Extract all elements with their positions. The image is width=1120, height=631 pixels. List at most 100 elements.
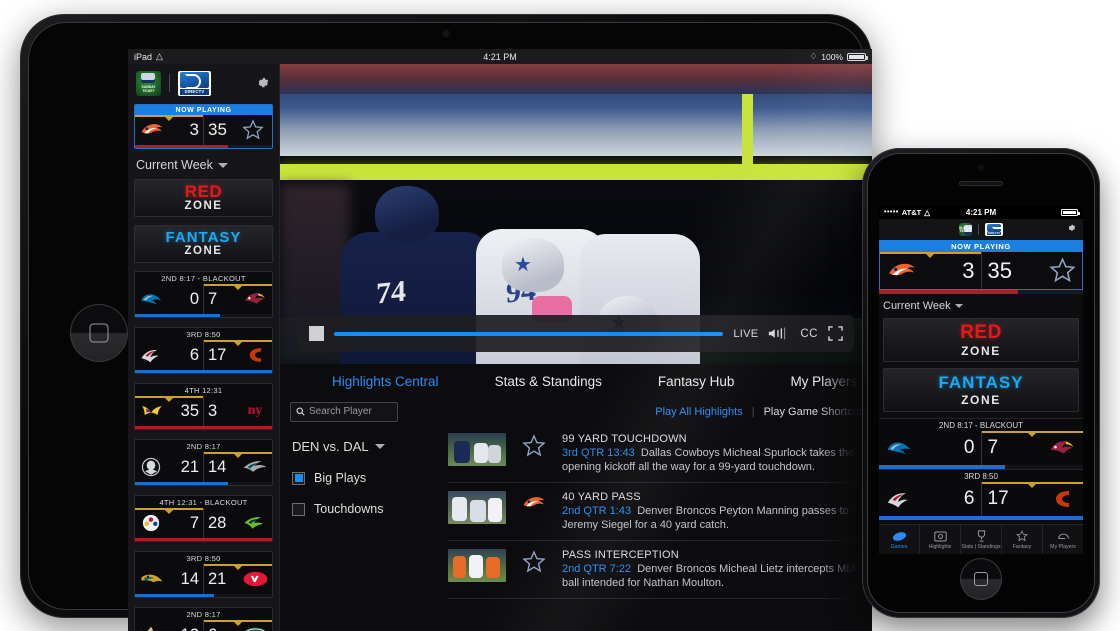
fantasy-zone-line2: ZONE bbox=[184, 245, 223, 258]
iphone-game-row[interactable]: 2ND 8:17 - BLACKOUT 0 7 bbox=[879, 418, 1083, 469]
volume-icon[interactable] bbox=[768, 327, 790, 340]
gear-icon[interactable] bbox=[253, 74, 271, 92]
tab-stats-standings[interactable]: Stats & Standings bbox=[467, 374, 630, 389]
iphone-tab-fantasy[interactable]: Fantasy bbox=[1002, 525, 1043, 554]
iphone-fantasy-zone-button[interactable]: FANTASY ZONE bbox=[883, 368, 1079, 412]
video-crowd bbox=[280, 64, 872, 94]
battery-icon bbox=[1061, 209, 1080, 216]
game-home-score: 6 bbox=[208, 626, 217, 631]
video-progress-track[interactable] bbox=[334, 331, 724, 336]
tab-my-players[interactable]: My Players bbox=[762, 374, 872, 389]
battery-percent: 100% bbox=[821, 51, 843, 62]
highlight-item[interactable]: 40 YARD PASS 2nd QTR 1:43 Denver Broncos… bbox=[448, 483, 858, 541]
player-74-helmet bbox=[375, 186, 439, 242]
cowboys-star-logo bbox=[522, 550, 546, 573]
sidebar-game-row[interactable]: 2ND 8:17 21 14 bbox=[134, 439, 273, 486]
search-player-field[interactable]: Search Player bbox=[290, 401, 398, 422]
game-home-score: 17 bbox=[987, 488, 1009, 509]
iphone-now-playing-card[interactable]: NOW PLAYING 3 35 bbox=[879, 240, 1083, 294]
game-away-score: 0 bbox=[189, 289, 199, 308]
game-status: 4TH 12:31 - BLACKOUT bbox=[159, 498, 248, 507]
sidebar-game-row[interactable]: 4TH 12:31 - BLACKOUT 7 28 bbox=[134, 495, 273, 542]
toolbar-links: Play All Highlights | Play Game Shortcut bbox=[655, 406, 862, 418]
highlight-thumbnail[interactable] bbox=[448, 549, 506, 582]
iphone-tab-stats-standings[interactable]: Stats | Standings bbox=[961, 525, 1002, 554]
iphone-home-button[interactable] bbox=[960, 558, 1002, 600]
red-zone-button[interactable]: RED ZONE bbox=[134, 179, 273, 217]
iphone-red-zone-button[interactable]: RED ZONE bbox=[883, 318, 1079, 362]
possession-indicator bbox=[204, 564, 272, 566]
highlight-title: 40 YARD PASS bbox=[562, 491, 641, 503]
jets-logo: JETS bbox=[242, 624, 268, 631]
cc-label[interactable]: CC bbox=[800, 328, 818, 340]
iphone-device: ••••• AT&T △ 4:21 PM DIRECTV N bbox=[862, 148, 1100, 618]
now-playing-home-score: 35 bbox=[987, 257, 1012, 283]
iphone-tab-highlights[interactable]: Highlights bbox=[920, 525, 961, 554]
game-home-score: 28 bbox=[208, 513, 227, 532]
video-controls[interactable]: LIVE CC bbox=[298, 315, 854, 352]
game-away: 6 bbox=[879, 482, 982, 516]
tab-fantasy-hub[interactable]: Fantasy Hub bbox=[630, 374, 763, 389]
now-playing-card[interactable]: NOW PLAYING 3 35 bbox=[134, 104, 273, 149]
checkbox-touchdowns[interactable] bbox=[292, 502, 305, 516]
game-status: 3RD 8:50 bbox=[186, 554, 221, 563]
filter-big-plays[interactable]: Big Plays bbox=[292, 471, 448, 485]
now-playing-progress-bar bbox=[879, 290, 1083, 294]
iphone-tab-my-players[interactable]: My Players bbox=[1043, 525, 1083, 554]
game-away: 21 bbox=[135, 452, 204, 482]
now-playing-score-row: 3 35 bbox=[879, 252, 1083, 290]
filter-touchdowns[interactable]: Touchdowns bbox=[292, 502, 448, 516]
fantasy-zone-button[interactable]: FANTASY ZONE bbox=[134, 225, 273, 263]
ipad-home-button[interactable] bbox=[70, 304, 128, 362]
eagles-logo bbox=[242, 456, 268, 478]
game-away-score: 6 bbox=[963, 488, 975, 509]
iphone-game-row[interactable]: 3RD 8:50 6 17 bbox=[879, 469, 1083, 520]
directv-wordmark: DIRECTV bbox=[180, 88, 209, 95]
highlight-thumbnail[interactable] bbox=[448, 433, 506, 466]
iphone-current-week-selector[interactable]: Current Week bbox=[879, 294, 1083, 318]
fullscreen-icon[interactable] bbox=[828, 326, 843, 341]
chevron-down-icon bbox=[374, 444, 385, 449]
possession-indicator bbox=[981, 431, 1083, 433]
checkbox-big-plays[interactable] bbox=[292, 471, 305, 485]
highlights-list: 99 YARD TOUCHDOWN 3rd QTR 13:43 Dallas C… bbox=[448, 425, 872, 631]
film-icon bbox=[933, 530, 947, 543]
sidebar-game-row[interactable]: 3RD 8:50 6 17 bbox=[134, 327, 273, 374]
play-game-shortcut-link[interactable]: Play Game Shortcut bbox=[764, 406, 862, 418]
highlight-item[interactable]: 99 YARD TOUCHDOWN 3rd QTR 13:43 Dallas C… bbox=[448, 425, 858, 483]
sub-toolbar: Search Player Play All Highlights | Play… bbox=[280, 398, 872, 425]
game-home: 7 bbox=[981, 431, 1083, 465]
red-zone-line2: ZONE bbox=[184, 200, 223, 213]
matchup-selector[interactable]: DEN vs. DAL bbox=[292, 439, 448, 454]
sidebar-game-row[interactable]: 2ND 8:17 12 6 JETS bbox=[134, 607, 273, 631]
tab-highlights-central[interactable]: Highlights Central bbox=[304, 374, 467, 389]
fantasy-zone-line2: ZONE bbox=[961, 393, 1001, 407]
video-player[interactable]: 74 94 ★ ★ 18 bbox=[280, 64, 872, 364]
game-score-row: 6 17 bbox=[879, 482, 1083, 516]
current-week-selector[interactable]: Current Week bbox=[128, 149, 279, 179]
game-status: 4TH 12:31 bbox=[184, 386, 223, 395]
sidebar-game-row[interactable]: 2ND 8:17 - BLACKOUT 0 7 bbox=[134, 271, 273, 318]
fantasy-zone-line1: FANTASY bbox=[165, 229, 242, 247]
stop-icon[interactable] bbox=[309, 326, 324, 341]
highlight-team-logo bbox=[516, 433, 552, 458]
now-playing-score-row: 3 35 bbox=[135, 115, 272, 145]
directv-logo: DIRECTV bbox=[985, 223, 1003, 236]
now-playing-away-score: 3 bbox=[189, 120, 199, 139]
game-away: 0 bbox=[879, 431, 982, 465]
nfl-sunday-ticket-logo bbox=[959, 223, 972, 236]
gear-icon[interactable] bbox=[1065, 221, 1077, 239]
game-away: 12 bbox=[135, 620, 204, 631]
game-away-score: 6 bbox=[189, 345, 199, 364]
play-all-highlights-link[interactable]: Play All Highlights bbox=[655, 406, 742, 418]
possession-indicator bbox=[204, 284, 272, 286]
sidebar-game-row[interactable]: 3RD 8:50 14 21 bbox=[134, 551, 273, 598]
game-home-score: 7 bbox=[208, 289, 218, 308]
iphone-tab-games[interactable]: Games bbox=[879, 525, 920, 554]
red-zone-line2: ZONE bbox=[961, 344, 1001, 358]
highlight-item[interactable]: PASS INTERCEPTION 2nd QTR 7:22 Denver Br… bbox=[448, 541, 858, 599]
highlight-thumbnail[interactable] bbox=[448, 491, 506, 524]
now-playing-home: 35 bbox=[204, 115, 272, 145]
sidebar-game-row[interactable]: 4TH 12:31 35 3 ny bbox=[134, 383, 273, 430]
game-home-score: 17 bbox=[208, 345, 227, 364]
